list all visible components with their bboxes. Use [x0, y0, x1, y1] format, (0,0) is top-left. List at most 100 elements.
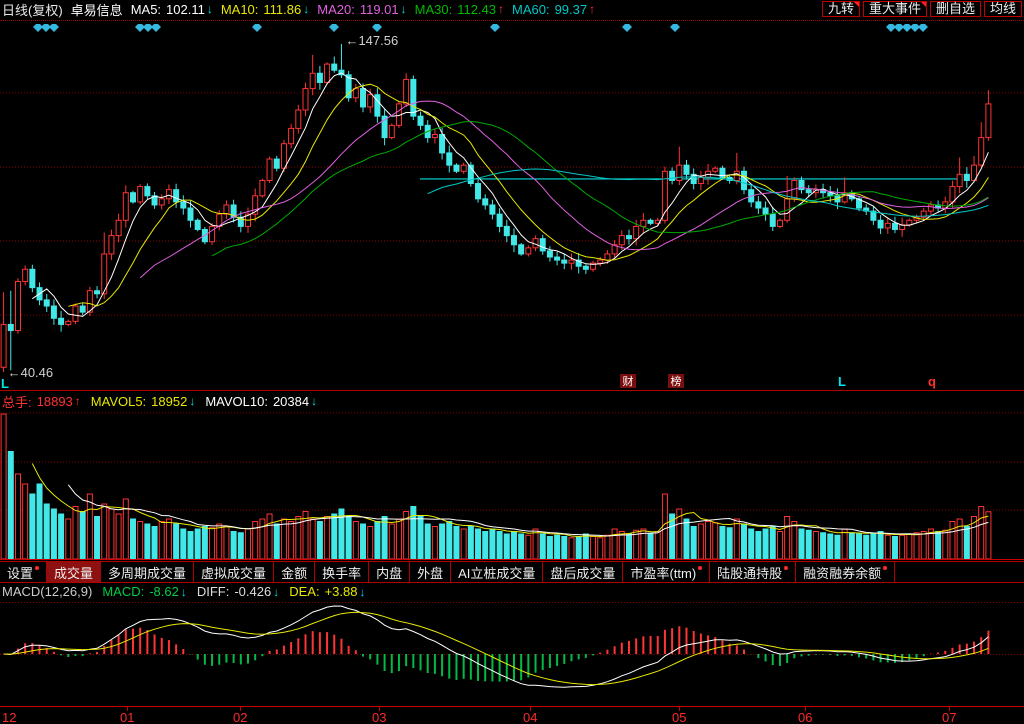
volume-bar	[130, 519, 135, 559]
volume-bar	[51, 509, 56, 559]
candle	[461, 163, 466, 174]
ma-legend-item-label: MA60:	[512, 2, 550, 17]
tab-label: AI立桩成交量	[458, 563, 535, 582]
macd-values: MACD:-8.62↓DIFF:-0.426↓DEA:+3.88↓	[92, 584, 365, 599]
volume-pane[interactable]	[0, 412, 1024, 560]
volume-header-item-2: MAVOL10:20384↓	[205, 394, 317, 409]
volume-bar	[274, 524, 279, 559]
volume-bar	[497, 532, 502, 560]
candle	[777, 218, 782, 228]
tab-市盈率(ttm)[interactable]: 市盈率(ttm)	[623, 562, 710, 582]
candle	[504, 220, 509, 242]
nine-turn-diamond-icon	[886, 24, 896, 32]
corner-flag-icon	[921, 2, 926, 7]
volume-bar	[655, 532, 660, 560]
volume-bar	[591, 537, 596, 560]
tab-label: 设置	[7, 563, 33, 582]
event-badge[interactable]: 榜	[671, 374, 682, 388]
volume-bar	[289, 522, 294, 560]
volume-bar	[102, 504, 107, 559]
volume-bar	[878, 532, 883, 560]
axis-month-label: 03	[372, 710, 386, 724]
macd-value-item-label: MACD:	[102, 584, 144, 599]
candle	[116, 214, 121, 243]
up-arrow-icon: ↑	[75, 394, 81, 408]
candle	[8, 291, 13, 371]
candle	[612, 240, 617, 258]
volume-bar	[483, 532, 488, 560]
nine-turn-diamond-icon	[329, 24, 339, 32]
notification-dot-icon	[784, 566, 788, 570]
volume-bar	[353, 522, 358, 560]
app-window: 日线(复权) 卓易信息 MA5:102.11↓MA10:111.86↓MA20:…	[0, 0, 1024, 724]
candle	[418, 112, 423, 130]
toolbar-button-3[interactable]: 均线	[984, 1, 1022, 17]
volume-bar	[432, 527, 437, 560]
tab-AI立桩成交量[interactable]: AI立桩成交量	[451, 562, 543, 582]
tab-多周期成交量[interactable]: 多周期成交量	[101, 562, 194, 582]
candle	[303, 83, 308, 116]
ma-legend-item-value: 99.37	[555, 2, 588, 17]
tab-陆股通持股[interactable]: 陆股通持股	[710, 562, 796, 582]
volume-bar	[727, 528, 732, 559]
toolbar-button-0[interactable]: 九转	[822, 1, 860, 17]
candle	[957, 157, 962, 193]
volume-bar	[756, 532, 761, 560]
tab-label: 市盈率(ttm)	[630, 563, 696, 582]
toolbar: 九转重大事件删自选均线	[819, 1, 1022, 17]
candle	[483, 194, 488, 209]
ma30-line	[212, 122, 988, 256]
tab-金额[interactable]: 金额	[274, 562, 315, 582]
event-letter-marker[interactable]: q	[928, 374, 936, 389]
candle	[576, 253, 581, 274]
candle	[583, 264, 588, 273]
tab-外盘[interactable]: 外盘	[410, 562, 451, 582]
macd-value-item-label: DIFF:	[197, 584, 230, 599]
event-badge[interactable]: 财	[623, 374, 634, 388]
down-arrow-icon: ↓	[401, 2, 407, 16]
candles	[1, 44, 991, 372]
volume-bar	[1, 414, 6, 559]
volume-bar	[734, 519, 739, 559]
volume-bar	[943, 530, 948, 559]
candle	[591, 261, 596, 272]
volume-bar	[224, 527, 229, 560]
candle	[95, 286, 100, 298]
tab-成交量[interactable]: 成交量	[47, 562, 101, 582]
down-arrow-icon: ↓	[273, 585, 279, 599]
tab-设置[interactable]: 设置	[0, 562, 47, 582]
toolbar-button-1[interactable]: 重大事件	[863, 1, 927, 17]
axis-month-label: 04	[523, 710, 537, 724]
volume-bar	[30, 494, 35, 559]
candle	[73, 304, 78, 324]
nine-turn-diamond-icon	[670, 24, 680, 32]
volume-bar	[864, 535, 869, 559]
volume-bar	[166, 519, 171, 559]
candle	[756, 196, 761, 214]
volume-bar	[519, 534, 524, 559]
main-candlestick-chart[interactable]: ←147.56←40.46L财榜Lq	[0, 24, 1024, 391]
tab-盘后成交量[interactable]: 盘后成交量	[543, 562, 623, 582]
volume-bar	[583, 534, 588, 559]
event-letter-marker[interactable]: L	[838, 374, 846, 389]
volume-bar	[281, 519, 286, 559]
volume-bar	[396, 519, 401, 559]
macd-pane[interactable]	[0, 602, 1024, 706]
candle	[166, 184, 171, 204]
tab-label: 多周期成交量	[108, 563, 186, 582]
tab-label: 虚拟成交量	[201, 563, 266, 582]
volume-bar	[181, 529, 186, 559]
candle	[626, 230, 631, 245]
macd-pane-header: MACD(12,26,9) MACD:-8.62↓DIFF:-0.426↓DEA…	[2, 583, 365, 600]
toolbar-button-2[interactable]: 删自选	[930, 1, 981, 17]
tab-换手率[interactable]: 换手率	[315, 562, 369, 582]
tab-融资融券余额[interactable]: 融资融券余额	[796, 562, 895, 582]
volume-bar	[871, 534, 876, 559]
volume-bar	[662, 494, 667, 559]
tab-内盘[interactable]: 内盘	[369, 562, 410, 582]
volume-bar	[777, 532, 782, 560]
tab-虚拟成交量[interactable]: 虚拟成交量	[194, 562, 274, 582]
candle	[864, 204, 869, 215]
down-arrow-icon: ↓	[303, 2, 309, 16]
candle	[742, 167, 747, 194]
